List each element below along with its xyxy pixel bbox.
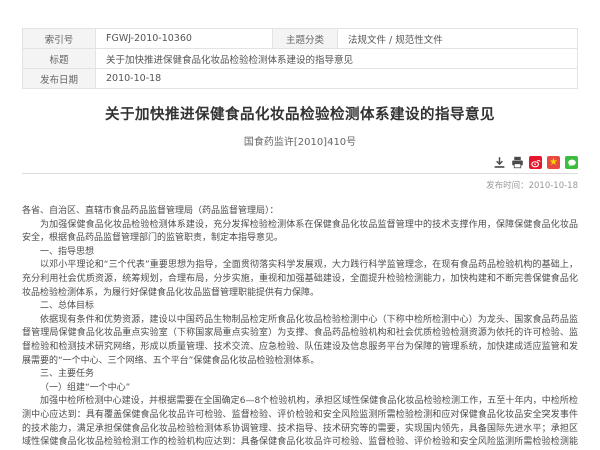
favorite-share-icon[interactable]: ★ <box>547 156 560 169</box>
paragraph: 依据现有条件和优势资源，建设以中国药品生物制品检定所食品化妆品检验检测中心（下称… <box>22 314 578 368</box>
category-value: 法规文件 / 规范性文件 <box>338 29 578 49</box>
paragraph: 各省、自治区、直辖市食品药品监督管理局（药品监督管理局）： <box>22 205 578 219</box>
section-heading: 一、指导思想 <box>22 246 578 260</box>
date-value: 2010-10-18 <box>96 69 578 89</box>
section-heading: 三、主要任务 <box>22 368 578 382</box>
table-row: 发布日期 2010-10-18 <box>23 69 578 89</box>
document-page: 索引号 FGWJ-2010-10360 主题分类 法规文件 / 规范性文件 标题… <box>0 0 600 450</box>
table-row: 索引号 FGWJ-2010-10360 主题分类 法规文件 / 规范性文件 <box>23 29 578 49</box>
section-heading: 二、总体目标 <box>22 300 578 314</box>
page-title: 关于加快推进保健食品化妆品检验检测体系建设的指导意见 <box>22 103 578 124</box>
article-body: 各省、自治区、直辖市食品药品监督管理局（药品监督管理局）： 为加强保健食品化妆品… <box>22 205 578 450</box>
sub-section-heading: （一）组建“一个中心” <box>22 382 578 396</box>
doc-info-table: 索引号 FGWJ-2010-10360 主题分类 法规文件 / 规范性文件 标题… <box>22 28 578 89</box>
index-label: 索引号 <box>23 29 96 49</box>
date-label: 发布日期 <box>23 69 96 89</box>
doc-number: 国食药监许[2010]410号 <box>22 133 578 148</box>
title-value: 关于加快推进保健食品化妆品检验检测体系建设的指导意见 <box>96 49 578 69</box>
share-toolbar: ★ <box>22 156 578 173</box>
divider <box>22 173 578 174</box>
publish-time: 发布时间：2010-10-18 <box>22 179 578 191</box>
download-icon[interactable] <box>493 156 506 169</box>
paragraph: 为加强保健食品化妆品检验检测体系建设，充分发挥检验检测体系在保健食品化妆品监督管… <box>22 219 578 246</box>
category-label: 主题分类 <box>273 29 338 49</box>
publish-time-value: 2010-10-18 <box>529 181 578 191</box>
wechat-share-icon[interactable] <box>565 156 578 169</box>
publish-time-label: 发布时间： <box>486 181 529 191</box>
paragraph: 加强中检所检测中心建设，并根据需要在全国确定6—8个检验机构，承担区域性保健食品… <box>22 395 578 450</box>
weibo-share-icon[interactable] <box>529 156 542 169</box>
index-value: FGWJ-2010-10360 <box>96 29 273 49</box>
title-label: 标题 <box>23 49 96 69</box>
table-row: 标题 关于加快推进保健食品化妆品检验检测体系建设的指导意见 <box>23 49 578 69</box>
print-icon[interactable] <box>511 156 524 169</box>
paragraph: 以邓小平理论和“三个代表”重要思想为指导，全面贯彻落实科学发展观，大力践行科学监… <box>22 259 578 300</box>
